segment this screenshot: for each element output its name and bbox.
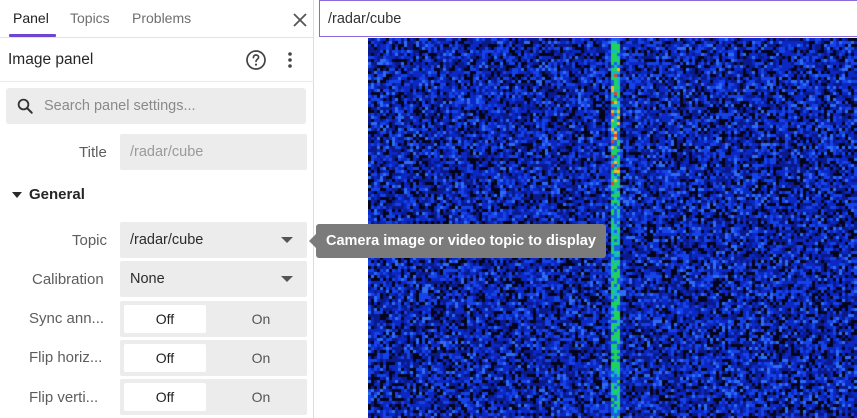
tab-topics[interactable]: Topics (70, 10, 110, 26)
flip-horizontal-label: Flip horiz... (29, 349, 103, 366)
sync-annotations-toggle: Off On (120, 301, 307, 337)
flip-horizontal-on-option[interactable]: On (220, 344, 302, 372)
active-tab-indicator (9, 34, 56, 37)
dropdown-caret-icon (281, 237, 293, 243)
search-icon (17, 98, 33, 114)
flip-horizontal-toggle: Off On (120, 340, 307, 376)
title-field[interactable]: /radar/cube (120, 134, 307, 170)
title-label: Title (79, 144, 107, 161)
settings-sidebar: Panel Topics Problems Image panel Title … (0, 0, 314, 418)
topic-tooltip: Camera image or video topic to display (316, 224, 606, 258)
panel-header: Image panel (0, 38, 314, 82)
calibration-select[interactable]: None (120, 261, 307, 297)
topic-select[interactable]: /radar/cube (120, 222, 307, 258)
more-vertical-icon[interactable] (278, 48, 302, 72)
section-general-label: General (29, 186, 85, 203)
flip-vertical-off-option[interactable]: Off (124, 383, 206, 411)
search-box (6, 88, 306, 124)
flip-vertical-label: Flip verti... (29, 389, 99, 406)
help-icon[interactable] (244, 48, 268, 72)
sync-off-option[interactable]: Off (124, 305, 206, 333)
calibration-value: None (130, 271, 165, 287)
image-panel-header: /radar/cube (319, 0, 857, 37)
flip-vertical-toggle: Off On (120, 379, 307, 415)
title-field-placeholder: /radar/cube (130, 144, 204, 160)
image-panel: /radar/cube (319, 0, 857, 418)
image-panel-title: /radar/cube (328, 11, 402, 27)
calibration-label: Calibration (32, 271, 104, 288)
topic-label: Topic (72, 232, 108, 249)
topic-value: /radar/cube (130, 232, 204, 248)
tab-panel[interactable]: Panel (13, 10, 49, 26)
close-icon[interactable] (288, 8, 312, 32)
dropdown-caret-icon (281, 276, 293, 282)
flip-vertical-on-option[interactable]: On (220, 383, 302, 411)
chevron-down-icon (12, 192, 22, 198)
sidebar-tabs: Panel Topics Problems (0, 0, 314, 38)
sync-annotations-label: Sync ann... (29, 310, 105, 327)
sync-on-option[interactable]: On (220, 305, 302, 333)
flip-horizontal-off-option[interactable]: Off (124, 344, 206, 372)
tab-problems[interactable]: Problems (132, 10, 191, 26)
search-input[interactable] (44, 88, 299, 124)
panel-title: Image panel (8, 51, 94, 68)
